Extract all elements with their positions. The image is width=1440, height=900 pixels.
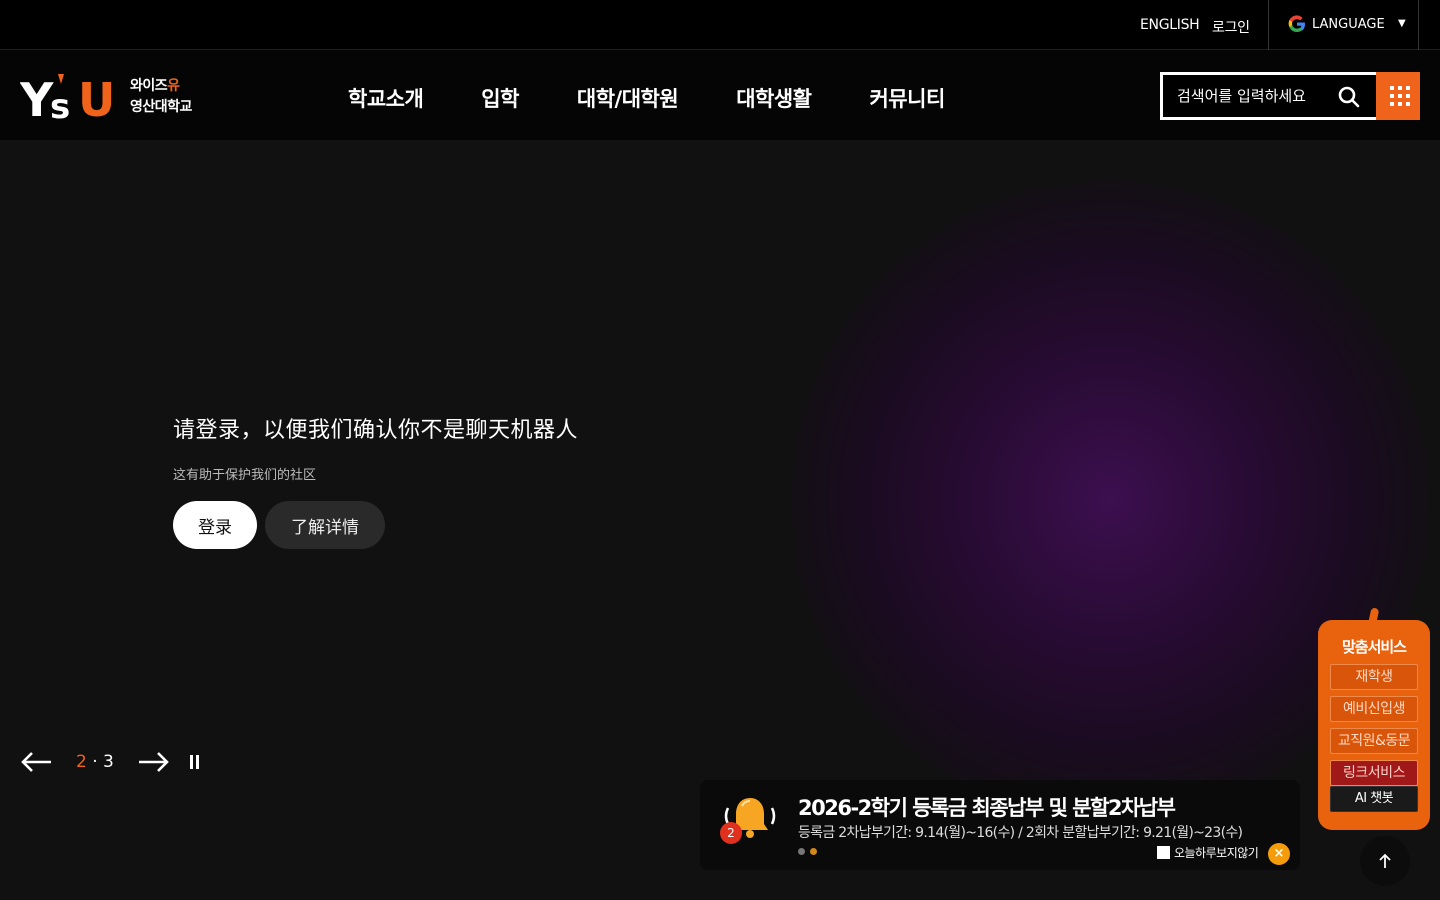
search-input[interactable] <box>1177 85 1327 107</box>
hide-today-option[interactable]: 오늘하루보지않기 <box>1157 844 1259 861</box>
quick-service-panel: 맞춤서비스 재학생 예비신입생 교직원&동문 링크서비스 AI 챗봇 <box>1318 607 1430 830</box>
ysu-logo-icon: Y s U <box>20 73 115 122</box>
notice-count-badge: 2 <box>720 822 742 844</box>
scroll-to-top-button[interactable] <box>1360 836 1410 886</box>
grid-dot <box>1398 102 1402 106</box>
arrow-left-icon[interactable] <box>20 750 52 774</box>
hide-today-checkbox[interactable] <box>1157 846 1170 859</box>
logo-name-b: 유 <box>167 78 180 94</box>
google-icon <box>1288 15 1305 33</box>
captcha-prompt: 请登录，以便我们确认你不是聊天机器人 这有助于保护我们的社区 登录 了解详情 <box>173 412 578 549</box>
quick-item-staff-alumni[interactable]: 교직원&동문 <box>1330 728 1418 754</box>
logo-text: 와이즈유 영산대학교 <box>130 76 192 118</box>
main-header: Y s U 와이즈유 영산대학교 학교소개 입학 대학/대학원 대학생활 커뮤니… <box>0 50 1440 140</box>
english-link[interactable]: ENGLISH <box>1140 17 1200 33</box>
quick-item-students[interactable]: 재학생 <box>1330 664 1418 690</box>
quick-item-link-service[interactable]: 링크서비스 <box>1330 760 1418 786</box>
language-selector[interactable]: LANGUAGE <box>1288 15 1385 33</box>
pagination-dot[interactable] <box>798 848 805 855</box>
login-link[interactable]: 로그인 <box>1212 17 1250 37</box>
site-logo[interactable]: Y s U 와이즈유 영산대학교 <box>20 72 192 122</box>
hide-today-label: 오늘하루보지않기 <box>1174 846 1259 860</box>
nav-item-admission[interactable]: 입학 <box>481 83 519 113</box>
grid-dot <box>1406 94 1410 98</box>
nav-item-college[interactable]: 대학/대학원 <box>577 83 679 113</box>
nav-item-about[interactable]: 학교소개 <box>348 83 424 113</box>
grid-dot <box>1390 86 1394 90</box>
nav-item-campus-life[interactable]: 대학생활 <box>736 83 812 113</box>
slider-controls: 2 · 3 <box>20 750 199 774</box>
grid-dot <box>1398 94 1402 98</box>
divider <box>1418 0 1419 50</box>
search-box <box>1160 72 1380 120</box>
svg-text:U: U <box>78 73 115 122</box>
divider <box>1268 0 1269 50</box>
persimmon-stem-icon <box>1368 607 1380 623</box>
notice-popup: 2 2026-2학기 등록금 최종납부 및 분할2차납부 등록금 2차납부기간:… <box>700 780 1300 870</box>
search-icon[interactable] <box>1337 85 1361 109</box>
logo-university: 영산대학교 <box>130 99 192 115</box>
grid-dot <box>1406 102 1410 106</box>
learn-more-button[interactable]: 了解详情 <box>265 501 385 549</box>
quick-service-title: 맞춤서비스 <box>1341 638 1407 656</box>
slide-separator: · <box>92 752 98 772</box>
arrow-up-icon <box>1379 853 1391 868</box>
nav-item-community[interactable]: 커뮤니티 <box>869 83 945 113</box>
all-menu-button[interactable] <box>1380 72 1420 120</box>
top-utility-bar: ENGLISH 로그인 LANGUAGE ▼ <box>0 0 1440 50</box>
notice-title[interactable]: 2026-2학기 등록금 최종납부 및 분할2차납부 <box>798 792 1176 822</box>
svg-text:Y: Y <box>20 73 54 122</box>
slide-total: 3 <box>103 752 114 772</box>
pause-bar <box>195 755 199 769</box>
logo-name-a: 와이즈 <box>130 78 168 94</box>
language-label: LANGUAGE <box>1312 16 1385 32</box>
quick-item-prospective[interactable]: 예비신입생 <box>1330 696 1418 722</box>
main-nav: 학교소개 입학 대학/대학원 대학생활 커뮤니티 <box>348 83 1003 113</box>
grid-dot <box>1390 102 1394 106</box>
pagination-dot-active[interactable] <box>810 848 817 855</box>
grid-dot <box>1390 94 1394 98</box>
slide-counter: 2 · 3 <box>76 752 114 772</box>
notice-pagination <box>798 848 817 855</box>
captcha-buttons: 登录 了解详情 <box>173 501 578 549</box>
pause-icon[interactable] <box>189 755 199 769</box>
svg-text:s: s <box>50 87 70 122</box>
ai-chatbot-button[interactable]: AI 챗봇 <box>1330 786 1418 812</box>
pause-bar <box>189 755 193 769</box>
arrow-right-icon[interactable] <box>138 750 170 774</box>
notice-description: 등록금 2차납부기간: 9.14(월)~16(수) / 2회차 분할납부기간: … <box>798 825 1243 841</box>
close-icon[interactable]: × <box>1268 843 1290 865</box>
grid-dot <box>1398 86 1402 90</box>
chevron-down-icon[interactable]: ▼ <box>1398 18 1406 29</box>
grid-dot <box>1406 86 1410 90</box>
captcha-title: 请登录，以便我们确认你不是聊天机器人 <box>173 418 579 443</box>
captcha-login-button[interactable]: 登录 <box>173 501 257 549</box>
slide-current: 2 <box>76 752 87 772</box>
captcha-description: 这有助于保护我们的社区 <box>173 468 317 483</box>
